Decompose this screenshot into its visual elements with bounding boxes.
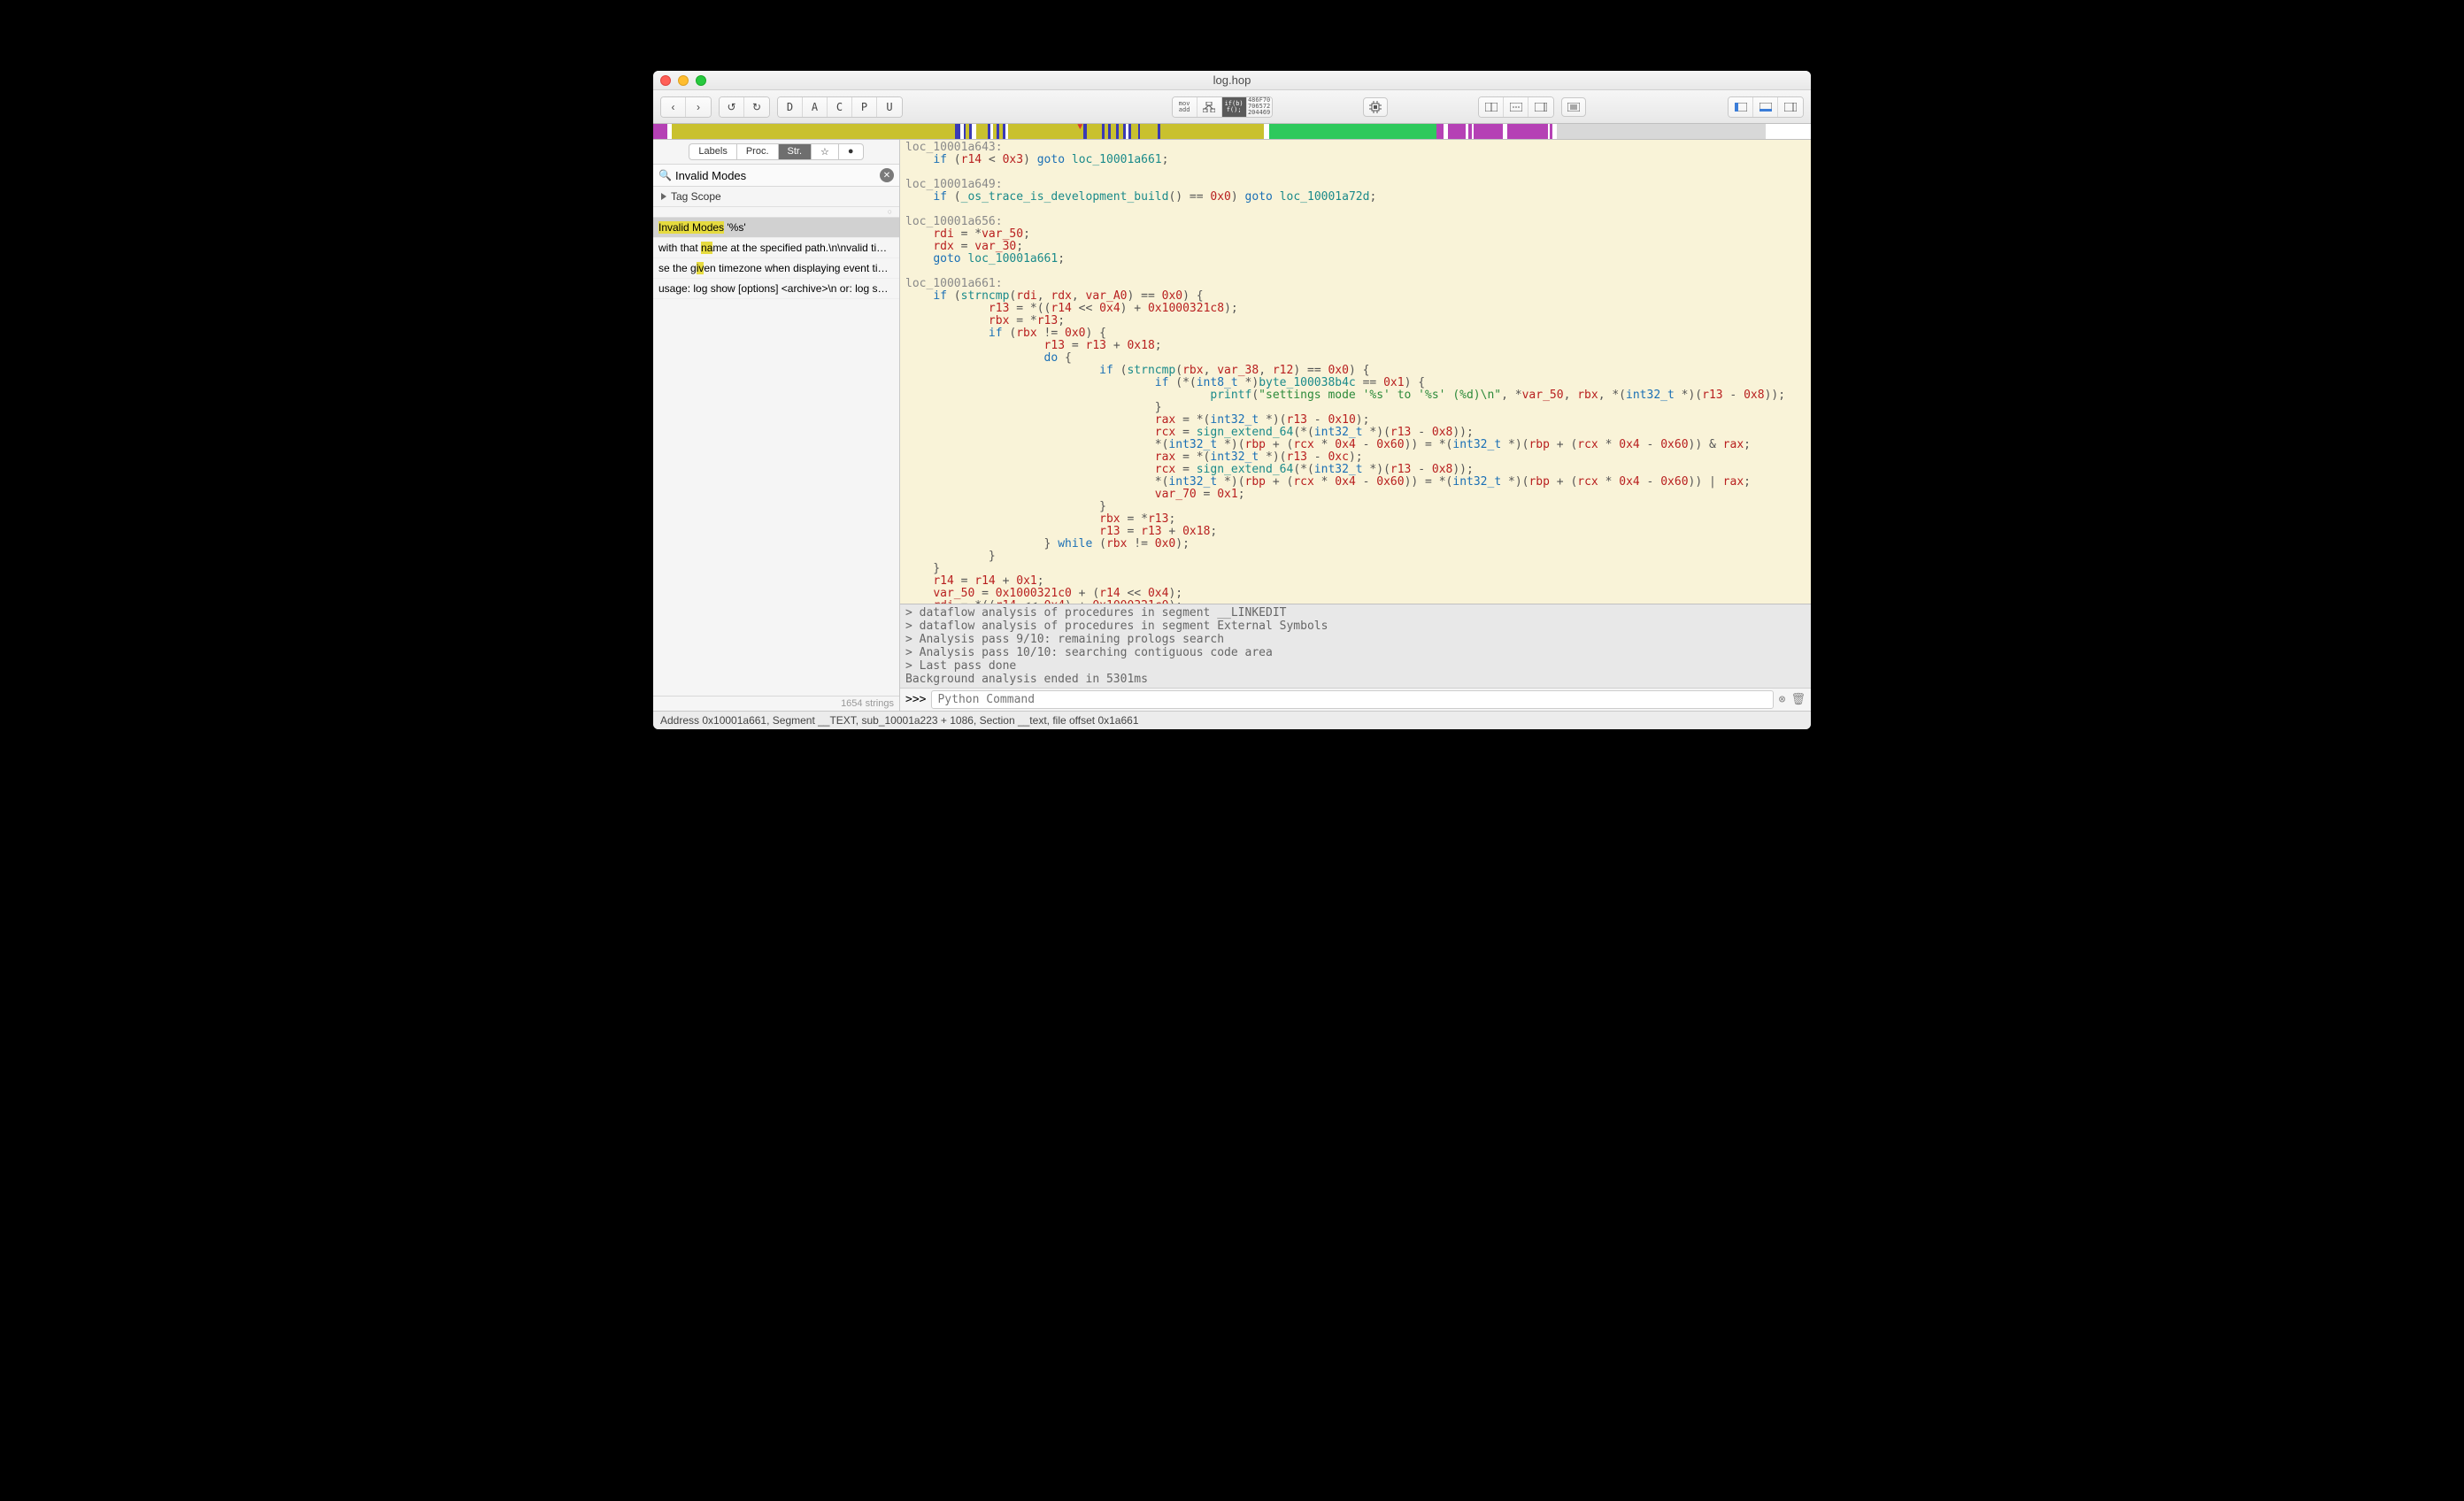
undo-button[interactable]: ↺ <box>720 97 744 117</box>
result-row[interactable]: usage: log show [options] <archive>\n or… <box>653 279 899 299</box>
status-text: Address 0x10001a661, Segment __TEXT, sub… <box>660 714 1139 727</box>
nav-segment[interactable] <box>1474 124 1503 139</box>
cfg-mode-button[interactable] <box>1197 97 1222 117</box>
nav-segment[interactable] <box>1436 124 1444 139</box>
type-p-button[interactable]: P <box>852 97 877 117</box>
nav-segment[interactable] <box>1160 124 1265 139</box>
status-bar: Address 0x10001a661, Segment __TEXT, sub… <box>653 711 1811 729</box>
main-area: loc_10001a643: if (r14 < 0x3) goto loc_1… <box>900 140 1811 711</box>
disclosure-icon <box>661 193 666 200</box>
inspector-group <box>1728 96 1804 118</box>
log-output: > dataflow analysis of procedures in seg… <box>900 604 1811 688</box>
sidebar-tab-2[interactable]: Str. <box>778 143 812 160</box>
code-view[interactable]: loc_10001a643: if (r14 < 0x3) goto loc_1… <box>900 140 1811 604</box>
panel1-button[interactable] <box>1479 97 1504 117</box>
nav-segment[interactable] <box>1507 124 1548 139</box>
tag-scope-label: Tag Scope <box>671 190 721 203</box>
nav-segment[interactable] <box>1008 124 1083 139</box>
forward-button[interactable]: › <box>686 97 711 117</box>
nav-group: ‹ › <box>660 96 712 118</box>
toolbar: ‹ › ↺ ↻ DACPU movadd if(b)f(); 486F70706… <box>653 90 1811 124</box>
nav-segment[interactable] <box>1269 124 1437 139</box>
nav-cursor-icon: ▼ <box>1075 122 1084 132</box>
panel3-button[interactable] <box>1528 97 1553 117</box>
result-row[interactable]: se the given timezone when displaying ev… <box>653 258 899 279</box>
window-title: log.hop <box>653 73 1811 87</box>
panel4-button[interactable] <box>1561 97 1586 117</box>
sidebar-tab-0[interactable]: Labels <box>689 143 735 160</box>
nav-segment[interactable] <box>1087 124 1102 139</box>
sidebar-tab-4[interactable]: ● <box>838 143 864 160</box>
undo-group: ↺ ↻ <box>719 96 770 118</box>
search-icon: 🔍 <box>658 169 672 181</box>
sidebar-tabs: LabelsProc.Str.☆● <box>653 140 899 164</box>
trash-icon[interactable]: 🗑 <box>1790 693 1806 706</box>
tag-scope-toggle[interactable]: Tag Scope <box>653 187 899 207</box>
sidebar-tab-1[interactable]: Proc. <box>736 143 778 160</box>
pseudo-mode-button[interactable]: if(b)f(); <box>1222 97 1247 117</box>
type-c-button[interactable]: C <box>828 97 852 117</box>
panel-group-1 <box>1478 96 1554 118</box>
right-panel-button[interactable] <box>1778 97 1803 117</box>
prompt-row: >>> ⊗ 🗑 <box>900 688 1811 711</box>
nav-segment[interactable] <box>976 124 988 139</box>
search-results: Invalid Modes '%s'with that name at the … <box>653 218 899 696</box>
result-row[interactable]: Invalid Modes '%s' <box>653 218 899 238</box>
app-window: log.hop ‹ › ↺ ↻ DACPU movadd if(b)f(); 4… <box>653 71 1811 729</box>
nav-segment[interactable] <box>1448 124 1466 139</box>
type-group: DACPU <box>777 96 903 118</box>
clear-log-icon[interactable]: ⊗ <box>1779 693 1786 706</box>
nav-segment[interactable] <box>672 124 955 139</box>
scroll-indicator-icon: ○ <box>888 207 892 216</box>
hex-mode-button[interactable]: 486F70706572204469 <box>1247 97 1272 117</box>
view-mode-group: movadd if(b)f(); 486F70706572204469 <box>1172 96 1273 118</box>
left-panel-button[interactable] <box>1729 97 1753 117</box>
body: LabelsProc.Str.☆● 🔍 ✕ Tag Scope ○ Invali… <box>653 140 1811 711</box>
asm-mode-button[interactable]: movadd <box>1173 97 1197 117</box>
clear-search-button[interactable]: ✕ <box>880 168 894 182</box>
type-d-button[interactable]: D <box>778 97 803 117</box>
search-input[interactable] <box>675 169 876 182</box>
navigation-overview[interactable]: ▼ <box>653 124 1811 140</box>
result-row[interactable]: with that name at the specified path.\n\… <box>653 238 899 258</box>
redo-button[interactable]: ↻ <box>744 97 769 117</box>
prompt-prefix: >>> <box>905 693 926 706</box>
titlebar[interactable]: log.hop <box>653 71 1811 90</box>
sidebar: LabelsProc.Str.☆● 🔍 ✕ Tag Scope ○ Invali… <box>653 140 900 711</box>
sidebar-status: 1654 strings <box>653 696 899 711</box>
nav-segment[interactable] <box>1131 124 1138 139</box>
panel2-button[interactable] <box>1504 97 1528 117</box>
back-button[interactable]: ‹ <box>661 97 686 117</box>
nav-segment[interactable] <box>1557 124 1765 139</box>
nav-segment[interactable] <box>1140 124 1158 139</box>
python-prompt-input[interactable] <box>931 690 1773 709</box>
bottom-panel-button[interactable] <box>1753 97 1778 117</box>
type-u-button[interactable]: U <box>877 97 902 117</box>
cpu-button[interactable] <box>1363 97 1388 117</box>
nav-segment[interactable] <box>653 124 667 139</box>
sidebar-tab-3[interactable]: ☆ <box>811 143 838 160</box>
type-a-button[interactable]: A <box>803 97 828 117</box>
search-row: 🔍 ✕ <box>653 164 899 187</box>
